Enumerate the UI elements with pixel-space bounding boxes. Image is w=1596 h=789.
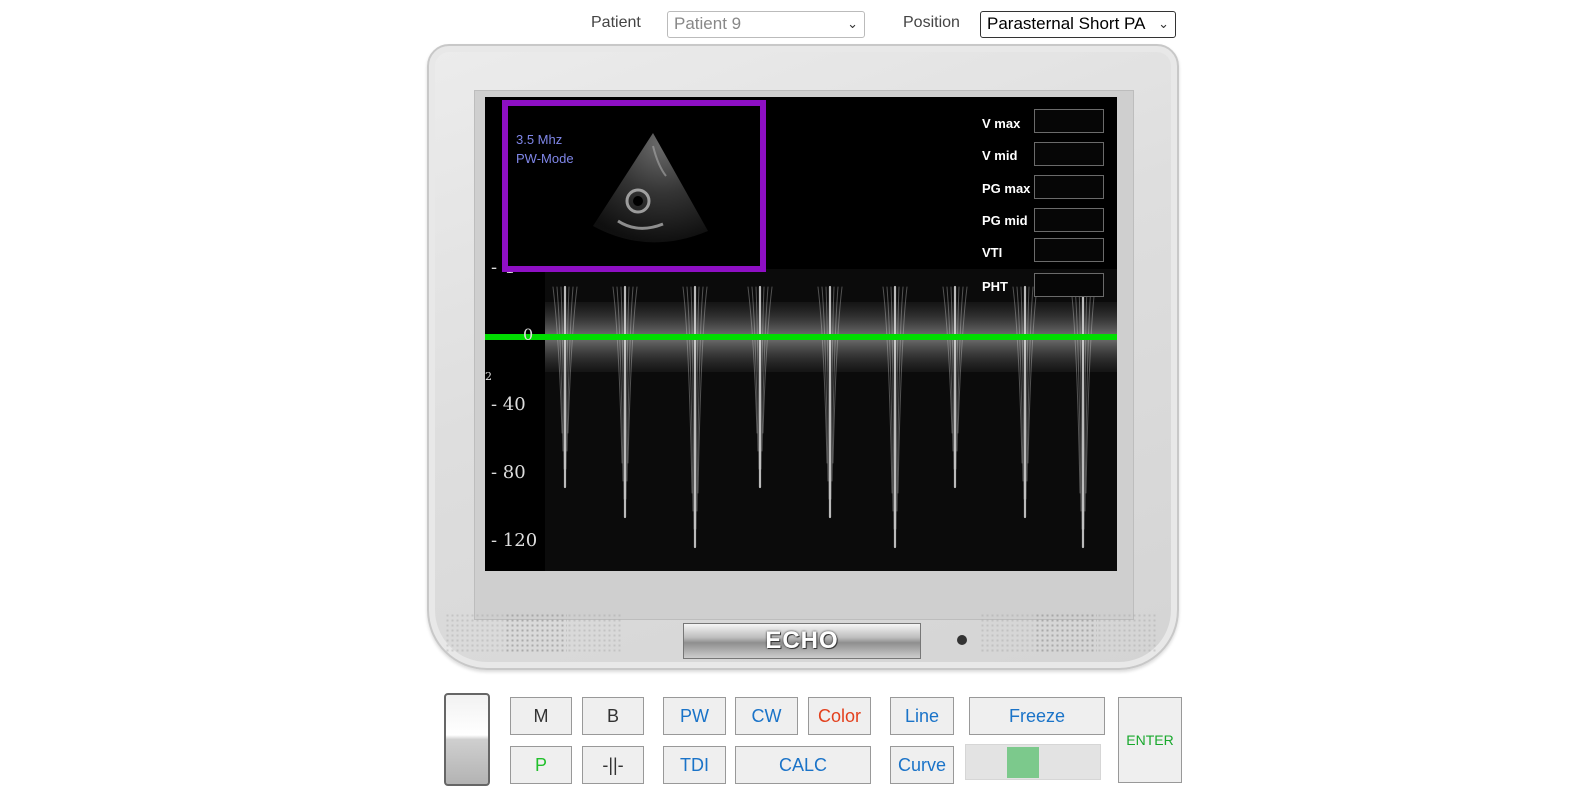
echo-logo: ECHO xyxy=(683,623,921,659)
pgmax-value-box xyxy=(1034,175,1104,199)
scale-label-zero: 0 xyxy=(523,325,534,344)
curve-button[interactable]: Curve xyxy=(890,746,954,784)
pgmid-value-box xyxy=(1034,208,1104,232)
chevron-down-icon: ⌄ xyxy=(1158,16,1169,31)
patient-label: Patient xyxy=(591,14,641,31)
speaker-grille-left-outer xyxy=(445,613,505,653)
pw-button[interactable]: PW xyxy=(663,697,726,735)
freeze-button[interactable]: Freeze xyxy=(969,697,1105,735)
speaker-grille-left-inner xyxy=(567,613,622,653)
vmax-value-box xyxy=(1034,109,1104,133)
echo-sector-image xyxy=(593,133,708,243)
speaker-grille-right-inner xyxy=(980,613,1035,653)
vmid-label: V mid xyxy=(982,148,1018,163)
vti-value-box xyxy=(1034,238,1104,262)
patient-select[interactable]: Patient 9 ⌄ xyxy=(667,11,865,38)
speaker-grille-left xyxy=(505,613,567,653)
tdi-button[interactable]: TDI xyxy=(663,746,726,784)
line-button[interactable]: Line xyxy=(890,697,954,735)
vti-label: VTI xyxy=(982,245,1003,260)
vmax-label: V max xyxy=(982,116,1021,131)
color-button[interactable]: Color xyxy=(808,697,871,735)
pgmid-label: PG mid xyxy=(982,213,1028,228)
position-label: Position xyxy=(903,14,960,31)
scale-label-40: - 40 xyxy=(491,394,526,415)
position-select[interactable]: Parasternal Short PA ⌄ xyxy=(980,11,1176,38)
enter-button[interactable]: ENTER xyxy=(1118,697,1182,783)
chevron-down-icon: ⌄ xyxy=(847,16,858,31)
ultrasound-screen: - 4 0 2 - 40 - 80 - 120 3.5 Mhz PW-Mode … xyxy=(485,97,1117,571)
vmid-value-box xyxy=(1034,142,1104,166)
m-mode-button[interactable]: M xyxy=(510,697,572,735)
pgmax-label: PG max xyxy=(982,181,1031,196)
speaker-grille-right-outer xyxy=(1097,613,1157,653)
patient-select-value: Patient 9 xyxy=(674,14,742,33)
gain-slider-knob[interactable] xyxy=(1006,747,1039,778)
probe-image-frame: 3.5 Mhz PW-Mode xyxy=(502,100,766,272)
caliper-button[interactable]: -||- xyxy=(582,746,644,784)
b-mode-button[interactable]: B xyxy=(582,697,644,735)
speaker-grille-right xyxy=(1035,613,1097,653)
pht-value-box xyxy=(1034,273,1104,297)
scale-label-small: 2 xyxy=(485,370,492,383)
calc-button[interactable]: CALC xyxy=(735,746,871,784)
scale-label-120: - 120 xyxy=(491,530,538,551)
scale-label-80: - 80 xyxy=(491,462,526,483)
power-switch[interactable] xyxy=(444,693,490,786)
power-led xyxy=(957,635,967,645)
baseline-line xyxy=(485,334,1117,340)
position-select-value: Parasternal Short PA xyxy=(987,14,1146,33)
cw-button[interactable]: CW xyxy=(735,697,798,735)
pht-label: PHT xyxy=(982,279,1008,294)
p-button[interactable]: P xyxy=(510,746,572,784)
